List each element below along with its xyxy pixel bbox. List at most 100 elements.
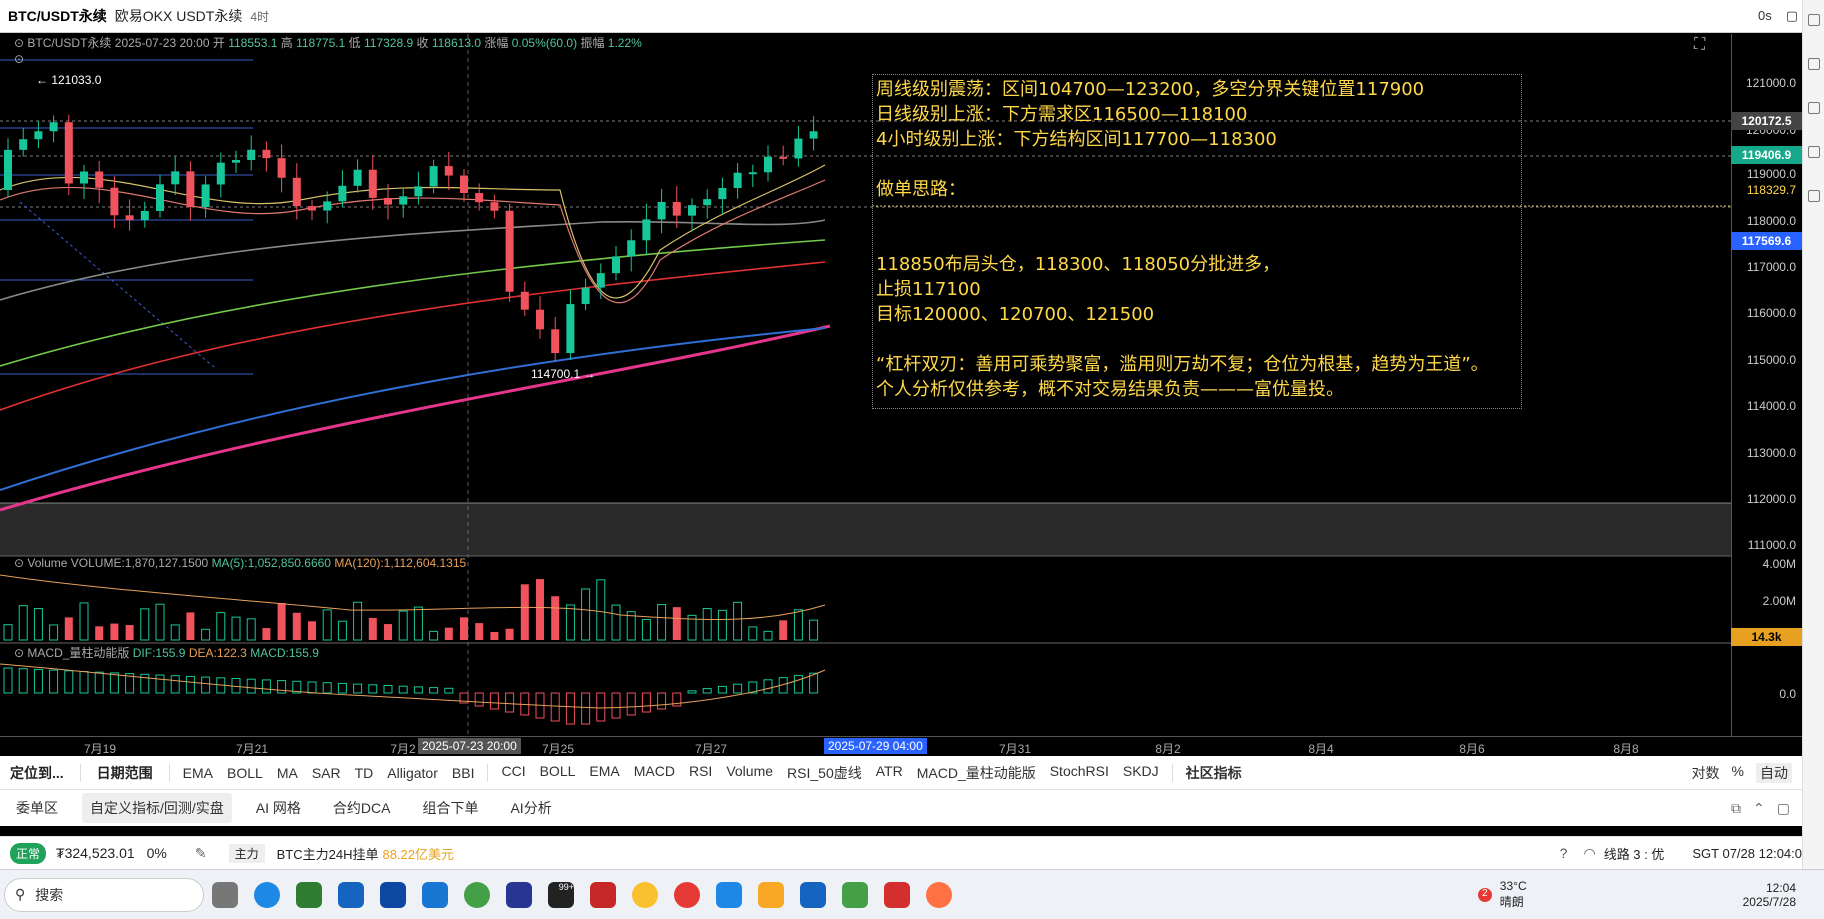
percent-toggle[interactable]: %	[1732, 763, 1744, 783]
main-indicator-4[interactable]: TD	[355, 765, 374, 781]
help-icon[interactable]: ?	[1560, 845, 1568, 861]
main-indicator-0[interactable]: EMA	[183, 765, 213, 781]
candle-body	[657, 201, 666, 220]
sub-indicator-0[interactable]: CCI	[501, 763, 525, 783]
tab-orders[interactable]: 委单区	[8, 793, 66, 823]
taskview-icon[interactable]	[212, 881, 238, 908]
main-indicator-6[interactable]: BBI	[452, 765, 475, 781]
time-label: 7月19	[83, 742, 117, 756]
tab-ai-grid[interactable]: AI 网格	[248, 793, 309, 823]
symbol-title[interactable]: BTC/USDT永续	[8, 6, 107, 26]
volume-bar	[170, 624, 180, 641]
collapse-icon[interactable]: ⊙	[14, 556, 24, 570]
sub-indicator-10[interactable]: SKDJ	[1123, 763, 1159, 783]
macd-bars	[3, 667, 819, 725]
ohlc-date: 2025-07-23 20:00	[114, 36, 210, 50]
candle-body	[444, 166, 453, 176]
price-label: 111000.0	[1747, 538, 1796, 552]
sub-indicator-9[interactable]: StochRSI	[1050, 763, 1109, 783]
app-icon[interactable]	[590, 881, 616, 908]
collapse-icon[interactable]: ⊙	[14, 36, 24, 50]
collapse-panel-icon[interactable]: ⌃	[1753, 800, 1765, 817]
volume-tag: 14.3k	[1731, 628, 1802, 646]
price-label: 112000.0	[1746, 492, 1796, 506]
candle-body	[201, 184, 210, 208]
volume-bar	[337, 620, 347, 641]
edit-icon[interactable]: ✎	[195, 845, 207, 862]
main-indicator-5[interactable]: Alligator	[387, 765, 438, 781]
taskbar-search[interactable]: ⚲ 搜索	[4, 877, 204, 912]
okx-app-icon[interactable]: 99+	[548, 881, 574, 908]
price-scale[interactable]: 121000.0 120000.0 119000.0 118000.0 1170…	[1731, 34, 1802, 736]
candle-body	[140, 210, 149, 221]
fullscreen-icon[interactable]: ⛶	[1694, 36, 1705, 54]
tool-icon[interactable]	[1807, 14, 1820, 26]
volume-bar	[809, 619, 819, 641]
store-icon[interactable]	[338, 881, 364, 908]
app-icon[interactable]	[296, 881, 322, 908]
tab-combo-order[interactable]: 组合下单	[414, 793, 486, 823]
volume-bar	[536, 579, 544, 640]
shield-app-icon[interactable]	[422, 881, 448, 908]
sub-indicator-1[interactable]: BOLL	[540, 763, 576, 783]
tool-icon[interactable]	[1807, 102, 1820, 114]
expand-icon[interactable]: ▢	[1786, 8, 1798, 24]
main-indicator-1[interactable]: BOLL	[227, 765, 263, 781]
line-status[interactable]: 线路 3 : 优	[1604, 844, 1665, 863]
browser-icon[interactable]	[464, 881, 490, 908]
volume-bar	[49, 624, 59, 641]
sub-indicator-5[interactable]: Volume	[726, 763, 773, 783]
wifi-icon: ◠	[1583, 844, 1596, 861]
main-indicator-3[interactable]: SAR	[312, 765, 341, 781]
trading-app-icon[interactable]	[506, 881, 532, 908]
wps-icon[interactable]	[884, 881, 910, 908]
locate-button[interactable]: 定位到...	[0, 760, 74, 786]
main-indicator-2[interactable]: MA	[277, 765, 298, 781]
weather-widget[interactable]: 33°C 晴朗	[1500, 879, 1527, 910]
app-icon[interactable]	[926, 881, 952, 908]
log-toggle[interactable]: 对数	[1692, 763, 1720, 783]
sub-indicator-8[interactable]: MACD_量柱动能版	[917, 763, 1036, 783]
sub-indicator-4[interactable]: RSI	[689, 763, 712, 783]
sub-indicator-3[interactable]: MACD	[634, 763, 675, 783]
tab-contract-dca[interactable]: 合约DCA	[325, 793, 399, 823]
app-icon[interactable]	[380, 881, 406, 908]
collapse-icon[interactable]: ⊙	[14, 646, 24, 660]
popout-icon[interactable]: ⧉	[1731, 800, 1741, 817]
macd-bar	[94, 671, 104, 694]
auto-toggle[interactable]: 自动	[1756, 762, 1792, 783]
settings-icon[interactable]: ⊙	[14, 52, 24, 66]
window-icon[interactable]: ▢	[1777, 800, 1790, 817]
time-axis[interactable]: 7月19 7月21 7月2 2025-07-23 20:00 7月25 7月27…	[0, 736, 1802, 756]
date-range-button[interactable]: 日期范围	[87, 760, 163, 786]
tab-ai-analysis[interactable]: AI分析	[502, 793, 559, 823]
edge-icon[interactable]	[254, 881, 280, 908]
balance-pct: 0%	[146, 845, 167, 861]
macd-bar	[793, 674, 803, 694]
wechat-icon[interactable]	[842, 881, 868, 908]
system-clock[interactable]: 12:04 2025/7/28	[1743, 881, 1796, 909]
sub-indicator-2[interactable]: EMA	[589, 763, 619, 783]
weibo-icon[interactable]	[674, 881, 700, 908]
feishu-icon[interactable]	[716, 881, 742, 908]
tab-custom-indicators[interactable]: 自定义指标/回测/实盘	[82, 793, 232, 823]
exchange-label[interactable]: 欧易OKX USDT永续	[115, 6, 243, 26]
chrome-icon[interactable]	[632, 881, 658, 908]
tool-icon[interactable]	[1807, 58, 1820, 70]
analysis-annotation[interactable]: 周线级别震荡：区间104700—123200，多空分界关键位置117900 日线…	[872, 74, 1522, 409]
timeframe-select[interactable]: 4时	[250, 8, 269, 25]
volume-bar	[717, 609, 727, 641]
high-marker: ← 121033.0	[36, 73, 102, 87]
community-indicators-button[interactable]: 社区指标	[1186, 763, 1242, 783]
app-icon[interactable]	[758, 881, 784, 908]
tool-icon[interactable]	[1807, 190, 1820, 202]
sub-indicator-6[interactable]: RSI_50虚线	[787, 763, 862, 783]
tool-icon[interactable]	[1807, 146, 1820, 158]
macd-bar	[3, 667, 13, 694]
weather-temp: 33°C	[1499, 879, 1527, 893]
app-icon[interactable]	[800, 881, 826, 908]
status-bar: 正常 ₮324,523.01 0% ✎ 主力 BTC主力24H挂单 88.22亿…	[0, 836, 1802, 869]
volume-scale-label: 4.00M	[1762, 557, 1796, 571]
candle-body	[110, 187, 119, 216]
sub-indicator-7[interactable]: ATR	[876, 763, 903, 783]
